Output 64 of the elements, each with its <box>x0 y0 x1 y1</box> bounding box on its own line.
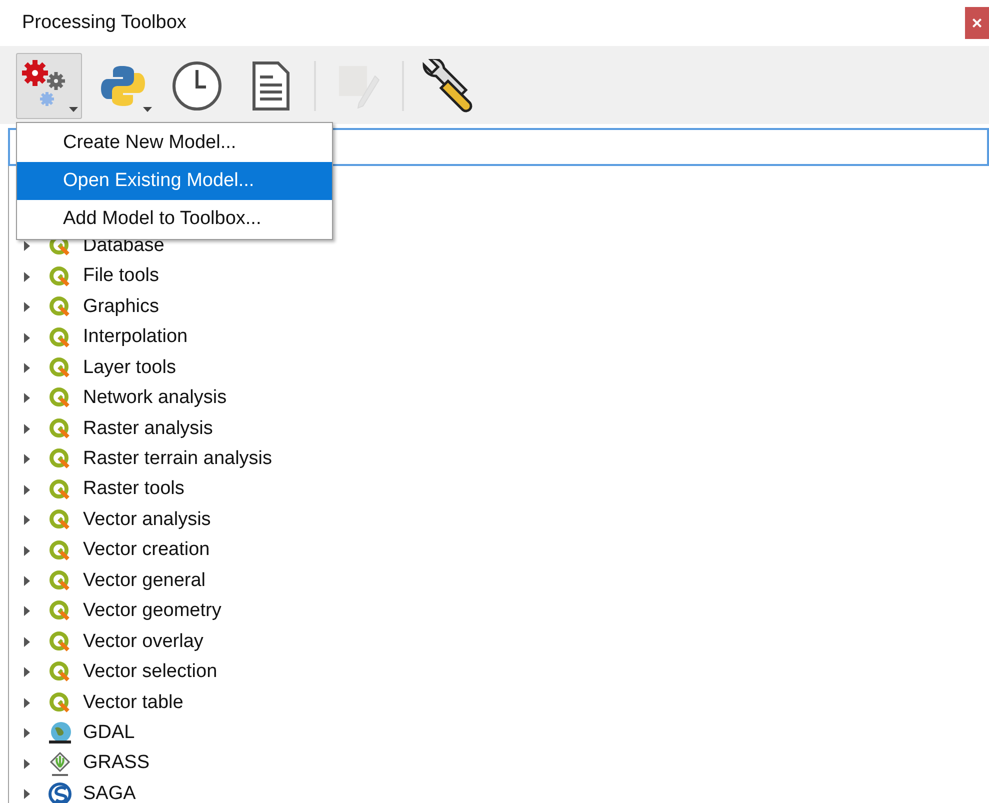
qgis-icon <box>49 387 71 410</box>
expand-arrow-icon[interactable] <box>23 515 31 526</box>
tree-item-label[interactable]: Raster terrain analysis <box>83 445 272 474</box>
tree-item-label[interactable]: File tools <box>83 262 160 291</box>
menu-item[interactable]: Open Existing Model... <box>17 162 332 200</box>
tree-item-label[interactable]: Raster tools <box>83 475 184 504</box>
qgis-icon <box>49 540 71 562</box>
tree-item-label[interactable]: Vector general <box>83 566 206 596</box>
qgis-icon <box>49 661 71 684</box>
tree-item-label[interactable]: SAGA <box>83 780 136 803</box>
tree-item-label[interactable]: Vector analysis <box>83 506 211 534</box>
qgis-icon <box>49 630 71 653</box>
expand-arrow-icon[interactable] <box>23 241 31 252</box>
qgis-icon <box>49 600 71 622</box>
qgis-icon <box>49 326 71 349</box>
expand-arrow-icon[interactable] <box>23 424 31 434</box>
tree-item-label[interactable]: Vector selection <box>83 658 218 687</box>
tree-item-label[interactable]: Vector creation <box>83 536 210 565</box>
tree-item-label[interactable]: Graphics <box>83 292 160 322</box>
globe-icon <box>47 720 73 746</box>
qgis-icon <box>49 418 71 440</box>
qgis-icon <box>49 509 71 532</box>
expand-arrow-icon[interactable] <box>23 667 31 678</box>
caret-icon <box>143 107 152 112</box>
qgis-icon <box>49 448 71 470</box>
qgis-icon <box>49 296 71 318</box>
expand-arrow-icon[interactable] <box>23 454 31 464</box>
leaf-icon <box>49 750 71 777</box>
expand-arrow-icon[interactable] <box>23 606 31 616</box>
expand-arrow-icon[interactable] <box>23 698 31 708</box>
tree-item-label[interactable]: Vector table <box>83 688 184 718</box>
tree-item-label[interactable]: Interpolation <box>83 323 188 352</box>
clock-icon <box>171 60 223 112</box>
tree-item-label[interactable]: Vector geometry <box>83 597 222 626</box>
tree-item-label[interactable]: GRASS <box>83 749 150 778</box>
expand-arrow-icon[interactable] <box>23 728 31 738</box>
window-title: Processing Toolbox <box>22 10 186 35</box>
expand-arrow-icon[interactable] <box>23 272 31 282</box>
qgis-icon <box>49 266 71 288</box>
qgis-icon <box>49 478 71 501</box>
tree-item-label[interactable]: GDAL <box>83 718 135 748</box>
expand-arrow-icon[interactable] <box>23 393 31 404</box>
qgis-icon <box>49 692 71 714</box>
expand-arrow-icon[interactable] <box>23 362 31 373</box>
expand-arrow-icon[interactable] <box>23 484 31 495</box>
expand-arrow-icon[interactable] <box>23 758 31 769</box>
tree-item-label[interactable]: Network analysis <box>83 384 227 413</box>
menu-item[interactable]: Add Model to Toolbox... <box>17 200 332 238</box>
close-button[interactable]: × <box>965 7 989 39</box>
document-icon <box>251 61 291 111</box>
expand-arrow-icon[interactable] <box>23 789 31 800</box>
tree-item-label[interactable]: Vector overlay <box>83 628 204 656</box>
tree-item-label[interactable]: Raster analysis <box>83 414 213 444</box>
tree-item-label[interactable]: Layer tools <box>83 354 176 382</box>
qgis-icon <box>49 356 71 379</box>
expand-arrow-icon[interactable] <box>23 576 31 586</box>
expand-arrow-icon[interactable] <box>23 636 31 647</box>
menu-item[interactable]: Create New Model... <box>17 124 332 162</box>
saga-logo-icon <box>48 782 72 803</box>
expand-arrow-icon[interactable] <box>23 332 31 343</box>
qgis-icon <box>49 570 71 592</box>
expand-arrow-icon[interactable] <box>23 546 31 556</box>
caret-icon <box>69 107 78 112</box>
expand-arrow-icon[interactable] <box>23 302 31 312</box>
